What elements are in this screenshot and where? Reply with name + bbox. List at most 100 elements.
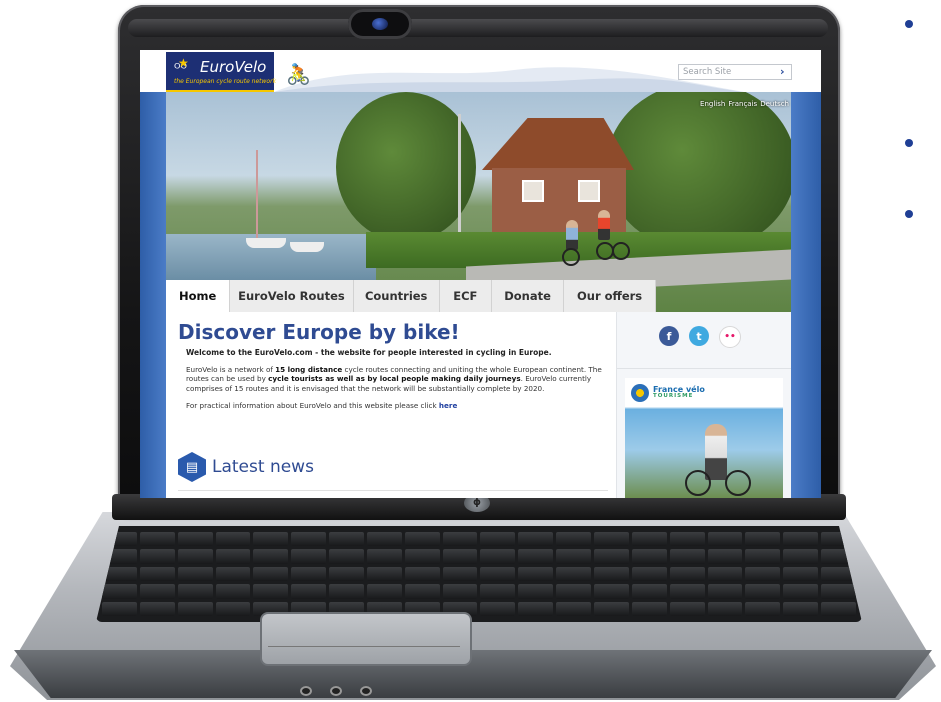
keyboard-key [518, 532, 554, 547]
keyboard-key [745, 549, 781, 564]
flickr-icon[interactable]: •• [719, 326, 741, 348]
keyboard-key [139, 584, 175, 599]
keyboard-key [631, 601, 667, 616]
keyboard-key [291, 584, 327, 599]
keyboard-key [518, 601, 554, 616]
newspaper-icon: ▤ [178, 452, 206, 482]
keyboard-key [745, 532, 781, 547]
nav-tab-ecf[interactable]: ECF [440, 280, 493, 312]
browser-screen: ᴼᴼ ★ EuroVelo the European cycle route n… [140, 50, 821, 498]
search-input[interactable]: Search Site [678, 64, 792, 80]
keyboard-key [821, 601, 856, 616]
nav-tab-offers[interactable]: Our offers [564, 280, 657, 312]
nav-tab-donate[interactable]: Donate [492, 280, 565, 312]
main-nav: Home EuroVelo Routes Countries ECF Donat… [166, 280, 657, 312]
keyboard-key [556, 584, 592, 599]
keyboard-key [253, 584, 289, 599]
hero-cyclist [566, 220, 578, 250]
keyboard-key [707, 601, 743, 616]
intro-paragraph: EuroVelo is a network of 15 long distanc… [186, 365, 602, 393]
keyboard-key [102, 584, 137, 599]
keyboard-key [783, 566, 819, 582]
keyboard-key [404, 549, 440, 564]
keyboard-key [707, 549, 743, 564]
keyboard-key [366, 584, 402, 599]
touchpad-buttons [268, 646, 460, 659]
slide-bullet [905, 20, 913, 28]
nav-tab-countries[interactable]: Countries [354, 280, 440, 312]
nav-tab-routes[interactable]: EuroVelo Routes [230, 280, 354, 312]
hero-boat-mast [256, 150, 258, 246]
hero-boat [290, 242, 324, 252]
keyboard-key [783, 584, 819, 599]
slide-bullet [905, 210, 913, 218]
keyboard-key [556, 566, 592, 582]
keyboard-key [594, 601, 629, 616]
keyboard-key [594, 532, 629, 547]
keyboard-key [442, 584, 478, 599]
keyboard-key [215, 584, 251, 599]
hero-image: English Français Deutsch [166, 92, 791, 312]
keyboard-key [821, 584, 856, 599]
keyboard-key [215, 601, 251, 616]
keyboard-key [366, 566, 402, 582]
social-links: f t •• [659, 326, 741, 348]
facebook-icon[interactable]: f [659, 326, 679, 346]
header-wave-decoration [274, 67, 744, 92]
keyboard-key [594, 584, 629, 599]
keyboard-key [253, 532, 289, 547]
ad-cyclist-figure [705, 424, 727, 480]
keyboard-key [669, 566, 705, 582]
keyboard-key [329, 549, 364, 564]
keyboard-key [139, 549, 175, 564]
keyboard-key [177, 532, 213, 547]
keyboard-key [139, 601, 175, 616]
keyboard-key [291, 532, 327, 547]
keyboard-key [404, 566, 440, 582]
keyboard-key [707, 584, 743, 599]
keyboard-key [518, 549, 554, 564]
logo-star-icon: ★ [178, 56, 189, 70]
keyboard-key [442, 566, 478, 582]
keyboard-key [366, 532, 402, 547]
keyboard-key [631, 532, 667, 547]
lang-english[interactable]: English [700, 100, 725, 108]
site-header: ᴼᴼ ★ EuroVelo the European cycle route n… [140, 50, 821, 93]
nav-tab-home[interactable]: Home [166, 280, 231, 312]
keyboard-key [177, 601, 213, 616]
keyboard-key [215, 532, 251, 547]
keyboard-key [253, 549, 289, 564]
keyboard-key [177, 566, 213, 582]
keyboard-key [442, 532, 478, 547]
language-switcher: English Français Deutsch [700, 100, 789, 108]
keyboard-key [518, 566, 554, 582]
lang-german[interactable]: Deutsch [760, 100, 789, 108]
page-right-band [791, 92, 821, 498]
keyboard-key [329, 566, 364, 582]
twitter-icon[interactable]: t [689, 326, 709, 346]
hero-boat [246, 238, 286, 248]
keyboard-key [366, 549, 402, 564]
logo-tagline: the European cycle route network [174, 78, 277, 85]
keyboard-key [480, 566, 516, 582]
keyboard-key [669, 549, 705, 564]
keyboard-key [329, 584, 364, 599]
eurovelo-logo[interactable]: ᴼᴼ ★ EuroVelo the European cycle route n… [166, 52, 277, 93]
page-left-band [140, 92, 166, 498]
keyboard-key [139, 566, 175, 582]
keyboard-key [669, 601, 705, 616]
keyboard-key [291, 566, 327, 582]
keyboard-key [480, 532, 516, 547]
keyboard-key [215, 566, 251, 582]
latest-news-title: Latest news [212, 457, 314, 477]
hero-farmhouse [482, 118, 634, 232]
here-link[interactable]: here [439, 401, 457, 410]
search-submit-button[interactable]: › [780, 64, 785, 80]
webcam-icon [348, 9, 412, 39]
keyboard-key [139, 532, 175, 547]
keyboard-key [707, 566, 743, 582]
lang-french[interactable]: Français [728, 100, 757, 108]
keyboard-key [745, 566, 781, 582]
keyboard-key [669, 584, 705, 599]
france-velo-ad-banner[interactable]: France vélo TOURISME [625, 378, 783, 498]
